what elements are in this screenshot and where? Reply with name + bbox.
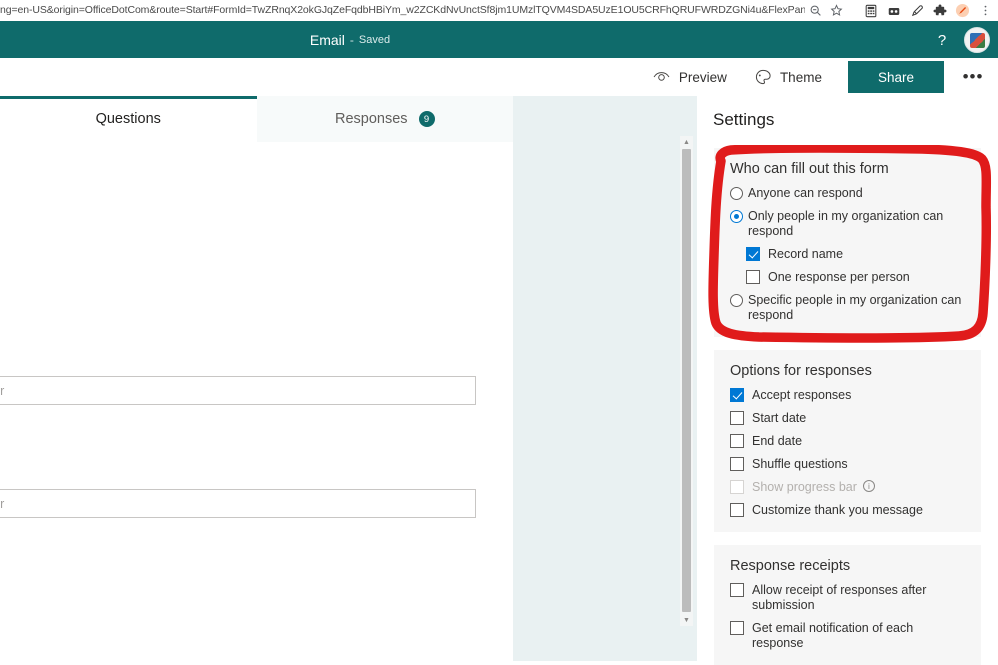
answer-input-2[interactable]: nswer [0,489,476,518]
answer-placeholder-1: nswer [0,383,5,398]
answer-input-1[interactable]: nswer [0,376,476,405]
customize-thank-you-label: Customize thank you message [752,503,923,517]
email-notification-label: Get email notification of each response [752,621,914,650]
responses-count-badge: 9 [418,111,435,127]
main-content: Questions Responses 9 nswer nswer ▲ ▼ Se… [0,96,998,665]
command-bar: Preview Theme Share ••• [0,58,998,96]
checkbox-icon-unchecked [730,621,744,635]
checkbox-icon-disabled [730,480,744,494]
scroll-up-arrow-icon[interactable]: ▲ [680,136,693,148]
zoom-out-icon[interactable] [805,0,826,21]
checkbox-end-date[interactable]: End date [730,434,965,449]
theme-label: Theme [779,69,822,85]
theme-button[interactable]: Theme [741,58,836,96]
split-screen-icon[interactable] [883,0,904,21]
avatar[interactable] [964,27,990,53]
radio-icon-unchecked [730,294,743,307]
radio-icon-unchecked [730,187,743,200]
tab-bar: Questions Responses 9 [0,96,513,142]
radio-only-my-org[interactable]: Only people in my organization can respo… [730,209,965,239]
preview-label: Preview [678,69,727,85]
form-canvas: Questions Responses 9 nswer nswer [0,96,513,661]
avatar-image [969,32,985,48]
url-bar[interactable]: ng=en-US&origin=OfficeDotCom&route=Start… [0,0,805,21]
accept-responses-label: Accept responses [752,388,852,402]
checkbox-record-name[interactable]: Record name [746,247,965,262]
record-name-label: Record name [768,247,844,261]
tab-responses-label: Responses [334,111,408,127]
options-for-responses-card: Options for responses Accept responses S… [714,350,981,532]
tab-responses[interactable]: Responses 9 [256,96,513,142]
checkbox-one-response-per-person[interactable]: One response per person [746,270,965,285]
checkbox-shuffle-questions[interactable]: Shuffle questions [730,457,965,472]
radio-anyone-label: Anyone can respond [748,186,863,200]
allow-receipt-label: Allow receipt of responses after submiss… [752,583,927,612]
radio-only-my-org-label: Only people in my organization can respo… [748,209,944,238]
puzzle-extensions-icon[interactable] [929,0,950,21]
checkbox-icon-unchecked [730,411,744,425]
extensions-group [860,0,998,21]
show-progress-bar-label: Show progress bar [752,480,857,494]
checkbox-icon-unchecked [746,270,760,284]
browser-toolbar: ng=en-US&origin=OfficeDotCom&route=Start… [0,0,998,21]
page-title[interactable]: Email [310,32,345,48]
answer-placeholder-2: nswer [0,496,5,511]
settings-pane: Settings Who can fill out this form Anyo… [697,96,998,665]
shuffle-questions-label: Shuffle questions [752,457,848,471]
checkbox-start-date[interactable]: Start date [730,411,965,426]
share-button[interactable]: Share [847,61,944,93]
checkbox-icon-unchecked [730,503,744,517]
checkbox-icon-unchecked [730,457,744,471]
eyedropper-extension-icon[interactable] [906,0,927,21]
checkbox-icon-unchecked [730,434,744,448]
more-options-icon[interactable]: ••• [954,58,992,96]
who-can-fill-heading: Who can fill out this form [730,161,889,177]
scroll-down-arrow-icon[interactable]: ▼ [680,614,693,626]
info-icon[interactable]: i [862,480,875,492]
checkbox-customize-thank-you-message[interactable]: Customize thank you message [730,503,965,518]
checkbox-email-notification[interactable]: Get email notification of each response [730,621,965,651]
response-receipts-card: Response receipts Allow receipt of respo… [714,545,981,665]
options-for-responses-heading: Options for responses [730,363,872,379]
questions-list: nswer nswer [0,142,513,661]
radio-specific-people-label: Specific people in my organization can r… [748,293,962,322]
calculator-extension-icon[interactable] [860,0,881,21]
checkbox-accept-responses[interactable]: Accept responses [730,388,965,403]
title-separator: - [349,32,354,47]
checkbox-allow-receipt[interactable]: Allow receipt of responses after submiss… [730,583,965,613]
orange-extension-icon[interactable] [952,0,973,21]
checkbox-icon-checked [746,247,760,261]
kebab-menu-icon[interactable] [975,0,996,21]
radio-icon-checked [730,210,743,223]
tab-questions-label: Questions [95,111,161,127]
end-date-label: End date [752,434,803,448]
checkbox-icon-checked [730,388,744,402]
one-response-per-person-label: One response per person [768,270,910,284]
palette-icon [755,69,771,85]
checkbox-show-progress-bar: Show progress bar i [730,480,965,495]
eye-icon [653,71,670,83]
radio-specific-people[interactable]: Specific people in my organization can r… [730,293,965,323]
scrollbar-thumb[interactable] [682,149,691,612]
saved-status: Saved [358,33,391,46]
preview-button[interactable]: Preview [639,58,741,96]
star-icon[interactable] [826,0,847,21]
vertical-scrollbar[interactable]: ▲ ▼ [680,136,693,626]
help-icon[interactable]: ? [932,30,952,50]
checkbox-icon-unchecked [730,583,744,597]
form-title-area: Email - Saved [0,21,700,58]
app-header: Email - Saved ? [0,21,998,58]
tab-questions[interactable]: Questions [0,96,257,142]
response-receipts-heading: Response receipts [730,558,851,574]
radio-anyone-can-respond[interactable]: Anyone can respond [730,186,965,201]
who-can-fill-card: Who can fill out this form Anyone can re… [714,148,981,337]
settings-title: Settings [713,110,775,129]
start-date-label: Start date [752,411,807,425]
